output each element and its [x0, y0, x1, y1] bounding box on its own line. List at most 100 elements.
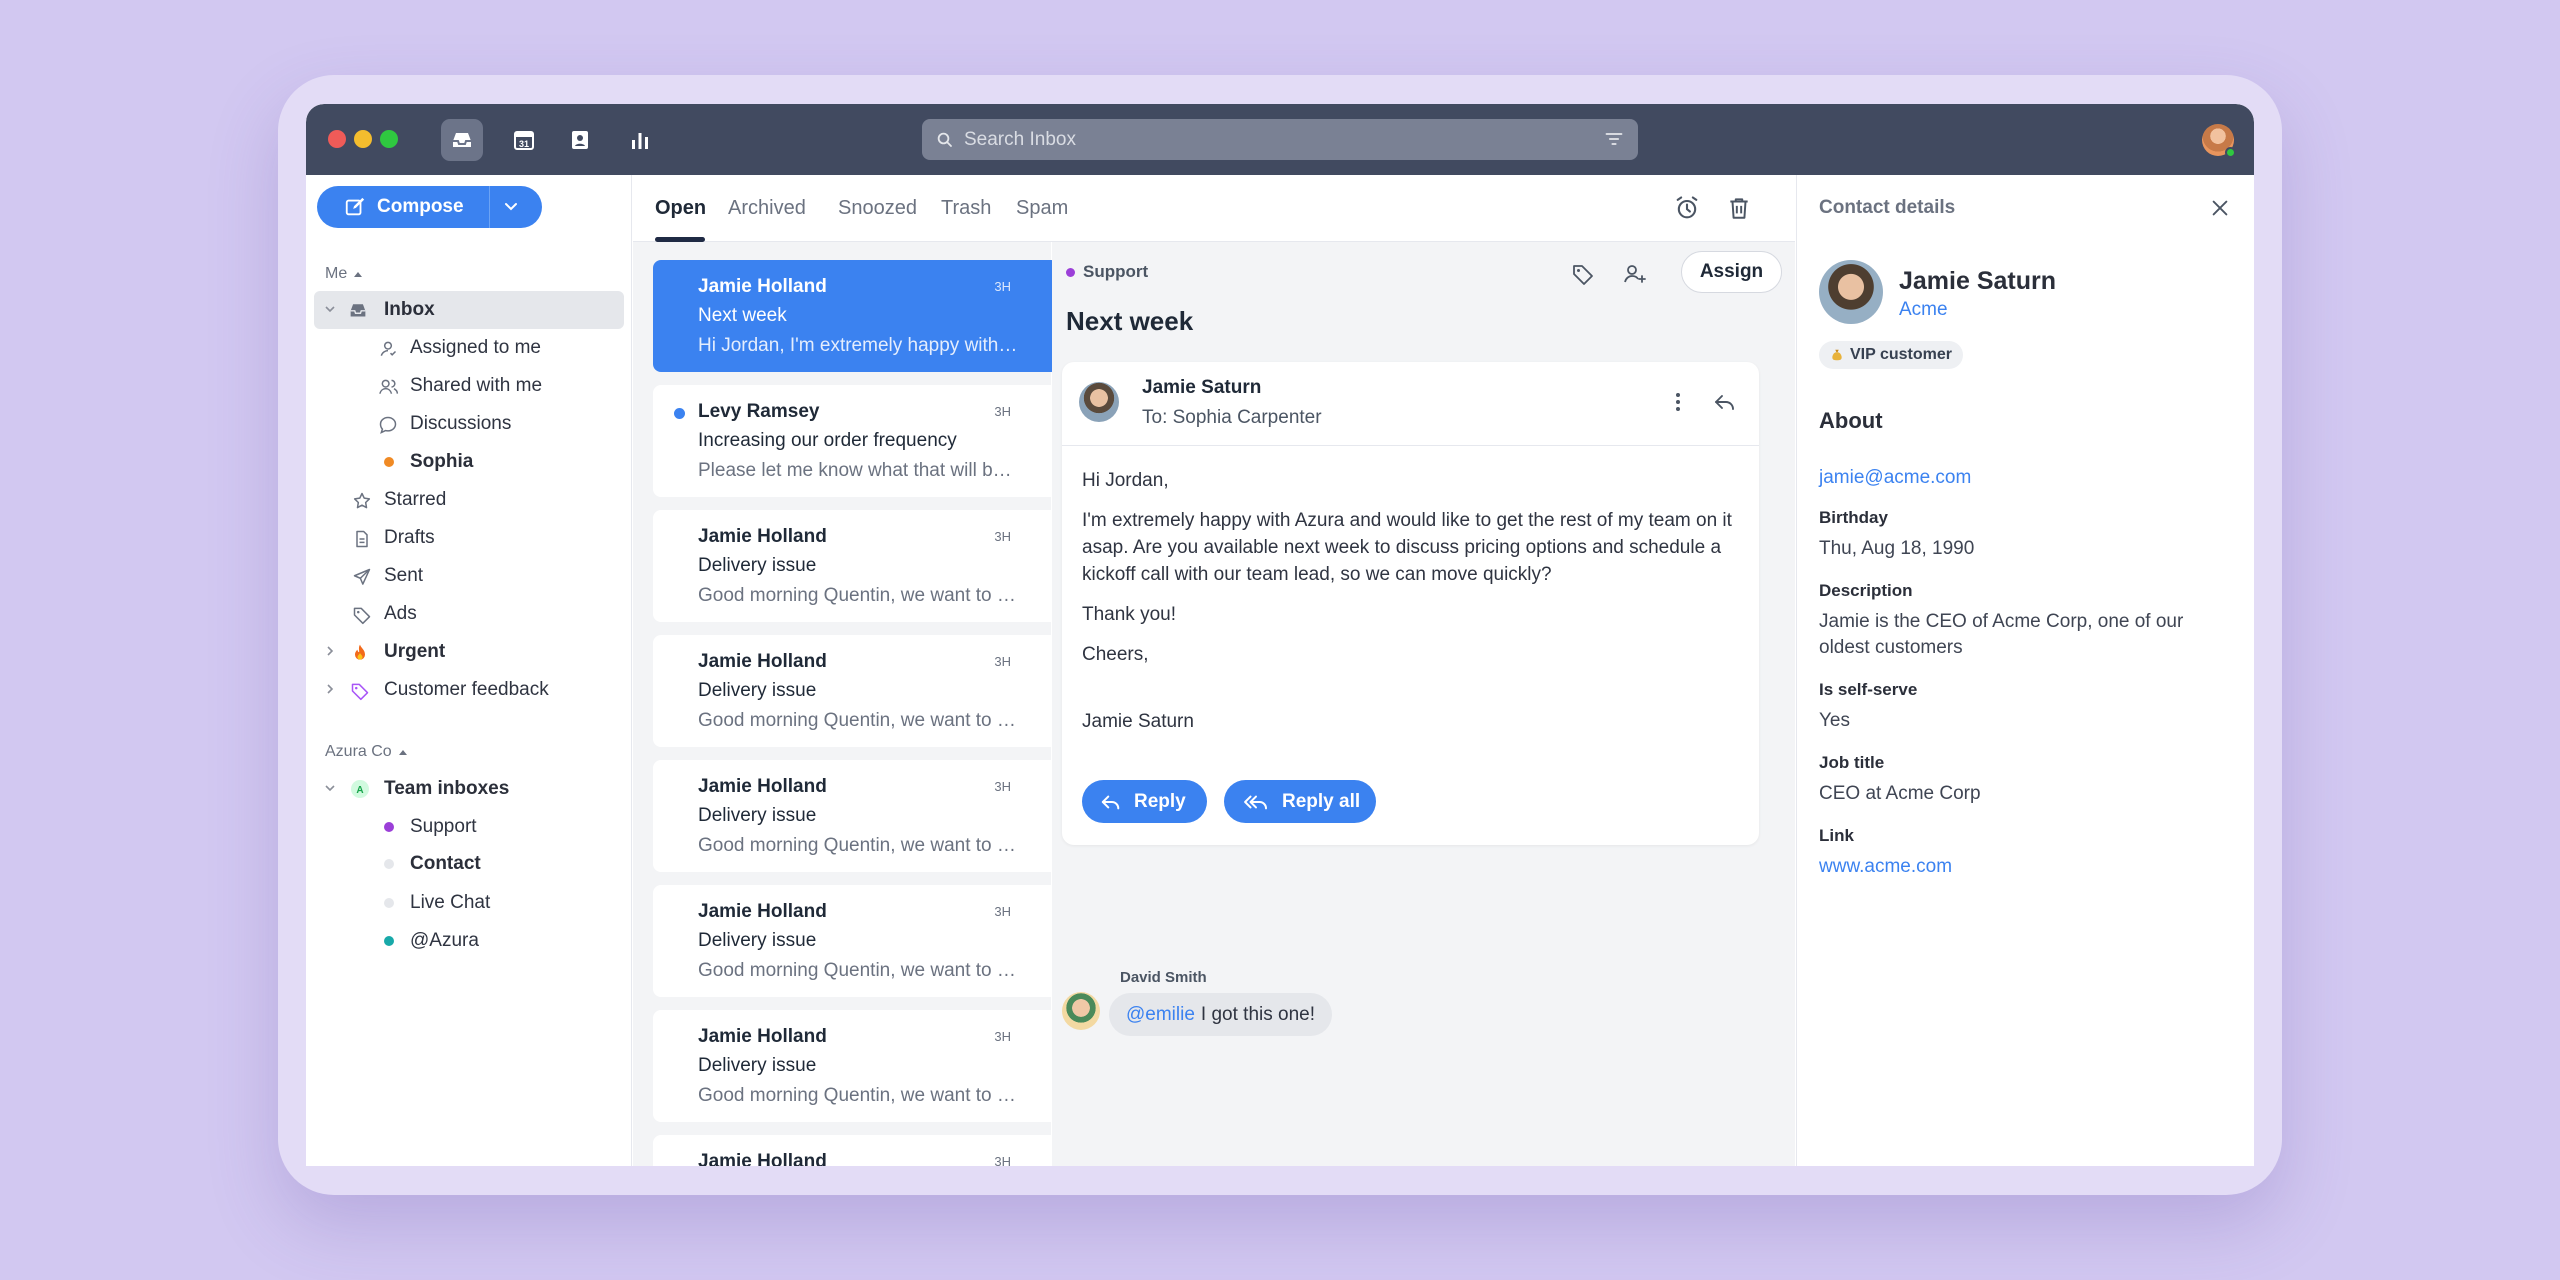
message-subject: Delivery issue	[698, 930, 817, 951]
sidebar-item-contact[interactable]: Contact	[314, 845, 624, 883]
sidebar-item-label: Urgent	[384, 641, 446, 662]
calendar-app-button[interactable]: 31	[503, 119, 545, 161]
list-item[interactable]: Jamie Holland 3H Next week Hi Jordan, I'…	[653, 260, 1059, 372]
self-serve-value: Yes	[1819, 710, 1850, 731]
list-item[interactable]: Jamie Holland 3H Delivery issue Good mor…	[653, 1010, 1059, 1122]
list-item[interactable]: Jamie Holland 3H	[653, 1135, 1059, 1166]
user-avatar[interactable]	[2202, 124, 2236, 158]
sidebar-item-support[interactable]: Support	[314, 808, 624, 846]
team-section-toggle[interactable]: Azura Co	[325, 743, 408, 761]
me-section-toggle[interactable]: Me	[325, 265, 363, 283]
close-window-button[interactable]	[328, 130, 346, 148]
snooze-alarm-icon[interactable]	[1673, 194, 1701, 222]
tab-archived[interactable]: Archived	[728, 197, 806, 220]
chevron-right-icon[interactable]	[324, 683, 336, 695]
chevron-down-icon	[505, 203, 517, 211]
minimize-window-button[interactable]	[354, 130, 372, 148]
reply-all-icon	[1244, 795, 1267, 809]
chevron-right-icon[interactable]	[324, 645, 336, 657]
compose-dropdown-button[interactable]	[503, 200, 519, 214]
contact-company-link[interactable]: Acme	[1899, 299, 1948, 321]
sidebar-item-sophia[interactable]: Sophia	[314, 443, 624, 481]
job-title-label: Job title	[1819, 753, 1885, 772]
message-subject: Next week	[698, 305, 787, 326]
conversation-pane: Support Next week Assign Jamie Saturn To…	[1052, 242, 1795, 1166]
sidebar-item-ads[interactable]: Ads	[314, 595, 624, 633]
maximize-window-button[interactable]	[380, 130, 398, 148]
status-dot	[384, 936, 394, 946]
compose-label: Compose	[377, 196, 464, 217]
tab-snoozed[interactable]: Snoozed	[838, 197, 917, 220]
inbox-tag[interactable]: Support	[1066, 262, 1148, 282]
add-assignee-icon[interactable]	[1622, 262, 1648, 286]
app-window: 31 Search Inbox Compose Me Inbox Assigne…	[306, 104, 2254, 1166]
message-sender: Jamie Holland	[698, 526, 827, 547]
compose-button[interactable]: Compose	[317, 186, 464, 228]
reply-all-button[interactable]: Reply all	[1224, 780, 1376, 823]
list-item[interactable]: Jamie Holland 3H Delivery issue Good mor…	[653, 635, 1059, 747]
search-bar[interactable]: Search Inbox	[922, 119, 1638, 160]
message-list: Jamie Holland 3H Next week Hi Jordan, I'…	[633, 175, 1059, 1166]
title-bar: 31 Search Inbox	[306, 104, 2254, 175]
more-options-icon[interactable]	[1666, 390, 1690, 414]
sidebar-item-label: Starred	[384, 489, 447, 510]
status-dot	[384, 822, 394, 832]
birthday-label: Birthday	[1819, 508, 1888, 527]
sidebar-item-label: @Azura	[410, 930, 479, 951]
chevron-down-icon[interactable]	[324, 303, 336, 315]
sidebar-item-shared[interactable]: Shared with me	[314, 367, 624, 405]
tab-trash[interactable]: Trash	[941, 197, 991, 220]
sidebar-item-urgent[interactable]: Urgent	[314, 633, 624, 671]
users-icon	[378, 377, 400, 397]
message-preview: Good morning Quentin, we want to let you…	[698, 1085, 1018, 1106]
trash-icon[interactable]	[1726, 194, 1752, 222]
reply-button[interactable]: Reply	[1082, 780, 1207, 823]
avatar	[1079, 382, 1119, 422]
close-icon[interactable]	[2209, 197, 2231, 219]
sidebar-item-sent[interactable]: Sent	[314, 557, 624, 595]
reply-icon[interactable]	[1712, 390, 1738, 414]
caret-up-icon	[354, 272, 363, 277]
list-item[interactable]: Jamie Holland 3H Delivery issue Good mor…	[653, 885, 1059, 997]
message-time: 3H	[994, 279, 1011, 294]
list-item[interactable]: Levy Ramsey 3H Increasing our order freq…	[653, 385, 1059, 497]
avatar	[1819, 260, 1883, 324]
self-serve-label: Is self-serve	[1819, 680, 1918, 699]
sidebar-item-assigned[interactable]: Assigned to me	[314, 329, 624, 367]
contact-website-link[interactable]: www.acme.com	[1819, 854, 2229, 880]
contact-details-panel: Contact details Jamie Saturn Acme VIP cu…	[1796, 175, 2254, 1166]
message-time: 3H	[994, 779, 1011, 794]
assign-button[interactable]: Assign	[1681, 251, 1782, 293]
sidebar-item-drafts[interactable]: Drafts	[314, 519, 624, 557]
message-paragraph: Thank you!	[1082, 604, 1176, 625]
filter-icon[interactable]	[1604, 130, 1624, 148]
inbox-app-button[interactable]	[441, 119, 483, 161]
vip-badge: VIP customer	[1819, 341, 1963, 369]
sidebar-item-discussions[interactable]: Discussions	[314, 405, 624, 443]
sidebar-item-inbox[interactable]: Inbox	[314, 291, 624, 329]
avatar	[1062, 992, 1100, 1030]
list-item[interactable]: Jamie Holland 3H Delivery issue Good mor…	[653, 510, 1059, 622]
tab-open[interactable]: Open	[655, 197, 706, 220]
vip-badge-label: VIP customer	[1850, 346, 1952, 363]
link-label: Link	[1819, 826, 1854, 845]
sidebar-item-starred[interactable]: Starred	[314, 481, 624, 519]
contacts-app-button[interactable]	[559, 119, 601, 161]
contact-email-link[interactable]: jamie@acme.com	[1819, 465, 2229, 491]
chevron-down-icon[interactable]	[324, 782, 336, 794]
tag-icon[interactable]	[1571, 262, 1595, 286]
unread-dot	[674, 408, 685, 419]
list-item[interactable]: Jamie Holland 3H Delivery issue Good mor…	[653, 760, 1059, 872]
sidebar-item-live-chat[interactable]: Live Chat	[314, 884, 624, 922]
contacts-icon	[572, 131, 588, 149]
mention-link[interactable]: @emilie	[1126, 1004, 1195, 1026]
folder-tabs: Open Archived Snoozed Trash Spam	[633, 175, 1795, 242]
search-input[interactable]: Search Inbox	[964, 129, 1076, 151]
sidebar-item-team-inboxes[interactable]: A Team inboxes	[314, 770, 624, 808]
comment-text: I got this one!	[1200, 1003, 1315, 1025]
sidebar-item-azura[interactable]: @Azura	[314, 922, 624, 960]
analytics-app-button[interactable]	[619, 119, 661, 161]
tab-spam[interactable]: Spam	[1016, 197, 1068, 220]
star-icon	[352, 491, 372, 511]
sidebar-item-customer-feedback[interactable]: Customer feedback	[314, 671, 624, 709]
